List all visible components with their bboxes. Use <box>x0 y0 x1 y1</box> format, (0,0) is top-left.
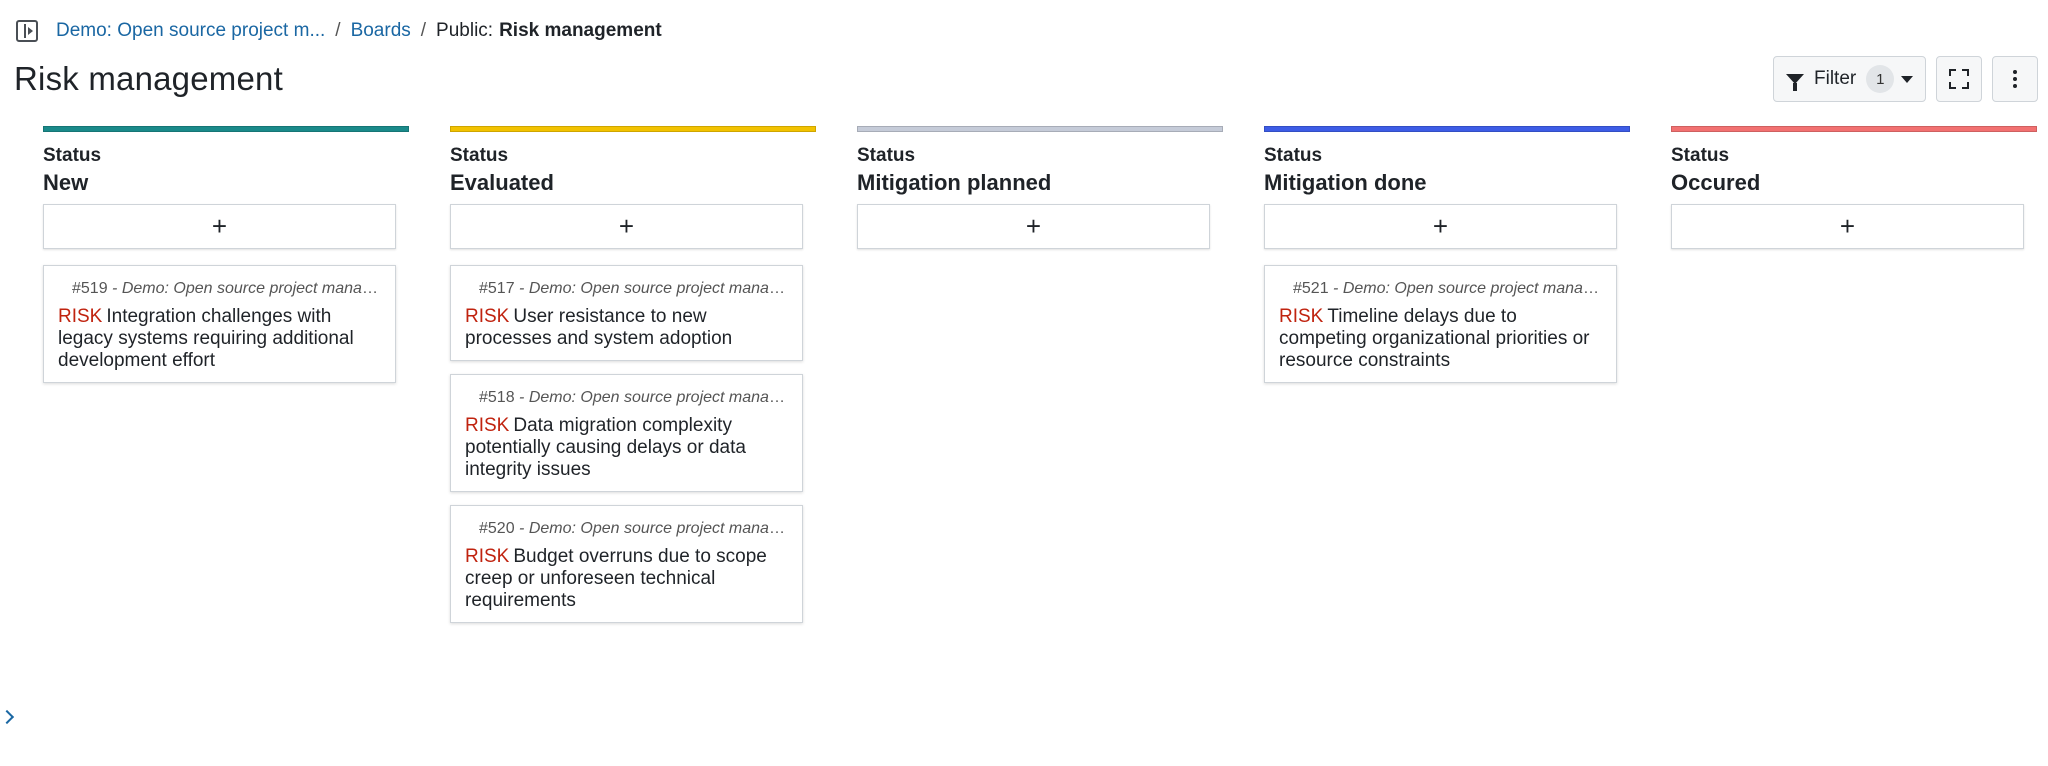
breadcrumb-prefix: Public: <box>436 20 494 41</box>
page-title[interactable]: Risk management <box>14 60 283 98</box>
card-type: RISK <box>1279 306 1324 327</box>
card-type: RISK <box>58 306 103 327</box>
card-subject-text: Budget overruns due to scope creep or un… <box>465 546 767 611</box>
card-meta: #519 - Demo: Open source project manag..… <box>58 280 381 298</box>
card-meta: #517 - Demo: Open source project manag..… <box>465 280 788 298</box>
breadcrumb-separator: / <box>335 20 341 41</box>
chevron-right-icon[interactable] <box>0 709 15 725</box>
card-subject-text: Timeline delays due to competing organiz… <box>1279 306 1590 371</box>
board-column: Status New + #519 - Demo: Open source proje… <box>43 126 409 636</box>
work-package-card[interactable]: #520 - Demo: Open source project manag..… <box>450 505 803 623</box>
fullscreen-button[interactable] <box>1936 56 1982 102</box>
card-meta: #521 - Demo: Open source project manag..… <box>1279 280 1602 298</box>
add-card-button[interactable]: + <box>1264 204 1617 249</box>
breadcrumb-project-link[interactable]: Demo: Open source project m... <box>56 20 325 42</box>
filter-icon <box>1786 74 1804 91</box>
breadcrumb-current: Risk management <box>499 20 662 41</box>
more-vertical-icon <box>2013 70 2017 88</box>
card-id-link[interactable]: #519 <box>72 280 108 297</box>
filter-label: Filter <box>1814 68 1857 89</box>
card-meta: #520 - Demo: Open source project manag..… <box>465 520 788 538</box>
card-subject: RISK User resistance to new processes and… <box>465 306 788 350</box>
card-subject: RISK Data migration complexity potentiall… <box>465 415 788 481</box>
work-package-card[interactable]: #518 - Demo: Open source project manag..… <box>450 374 803 492</box>
work-package-card[interactable]: #517 - Demo: Open source project manag..… <box>450 265 803 361</box>
board: Status New + #519 - Demo: Open source proje… <box>43 126 2037 636</box>
card-subject: RISK Budget overruns due to scope creep o… <box>465 546 788 612</box>
card-type: RISK <box>465 546 510 567</box>
fullscreen-icon <box>1949 69 1969 89</box>
add-card-button[interactable]: + <box>1671 204 2024 249</box>
more-actions-button[interactable] <box>1992 56 2038 102</box>
column-title[interactable]: Mitigation planned <box>857 168 1223 198</box>
filter-count-badge: 1 <box>1866 65 1895 93</box>
board-column: Status Mitigation done + #521 - Demo: Open … <box>1264 126 1630 636</box>
column-attribute-label: Status <box>857 145 916 166</box>
column-color-bar <box>450 126 816 132</box>
chevron-down-icon <box>1901 75 1913 83</box>
card-subject: RISK Integration challenges with legacy s… <box>58 306 381 372</box>
breadcrumb: Demo: Open source project m... / Boards … <box>16 18 662 44</box>
column-color-bar <box>43 126 409 132</box>
board-column: Status Mitigation planned + <box>857 126 1223 636</box>
board-toolbar: Filter 1 <box>1773 56 2038 102</box>
sidebar-toggle-icon[interactable] <box>16 20 38 42</box>
card-subject-text: Integration challenges with legacy syste… <box>58 306 354 371</box>
card-id-link[interactable]: #521 <box>1293 280 1329 297</box>
card-project: - Demo: Open source project manag... <box>1333 280 1602 297</box>
column-color-bar <box>1671 126 2037 132</box>
add-card-button[interactable]: + <box>450 204 803 249</box>
add-card-button[interactable]: + <box>43 204 396 249</box>
column-title[interactable]: Evaluated <box>450 168 816 198</box>
work-package-card[interactable]: #519 - Demo: Open source project manag..… <box>43 265 396 383</box>
breadcrumb-separator: / <box>420 20 427 41</box>
board-column: Status Evaluated + #517 - Demo: Open source… <box>450 126 816 636</box>
card-type: RISK <box>465 306 510 327</box>
column-attribute-label: Status <box>1671 145 1730 166</box>
add-card-button[interactable]: + <box>857 204 1210 249</box>
column-attribute-label: Status <box>450 145 509 166</box>
card-meta: #518 - Demo: Open source project manag..… <box>465 389 788 407</box>
column-attribute-label: Status <box>43 145 102 166</box>
card-project: - Demo: Open source project manag... <box>112 280 381 297</box>
card-id-link[interactable]: #520 <box>479 520 515 537</box>
filter-button[interactable]: Filter 1 <box>1773 56 1926 102</box>
column-attribute-label: Status <box>1264 145 1323 166</box>
board-column: Status Occured + <box>1671 126 2037 636</box>
work-package-card[interactable]: #521 - Demo: Open source project manag..… <box>1264 265 1617 383</box>
card-project: - Demo: Open source project manag... <box>519 280 788 297</box>
card-id-link[interactable]: #517 <box>479 280 515 297</box>
card-project: - Demo: Open source project manag... <box>519 389 788 406</box>
card-id-link[interactable]: #518 <box>479 389 515 406</box>
breadcrumb-boards-link[interactable]: Boards <box>351 20 411 42</box>
column-title[interactable]: Mitigation done <box>1264 168 1630 198</box>
column-color-bar <box>1264 126 1630 132</box>
column-title[interactable]: Occured <box>1671 168 2037 198</box>
card-project: - Demo: Open source project manag... <box>519 520 788 537</box>
column-title[interactable]: New <box>43 168 409 198</box>
card-subject: RISK Timeline delays due to competing org… <box>1279 306 1602 372</box>
column-color-bar <box>857 126 1223 132</box>
card-type: RISK <box>465 415 510 436</box>
